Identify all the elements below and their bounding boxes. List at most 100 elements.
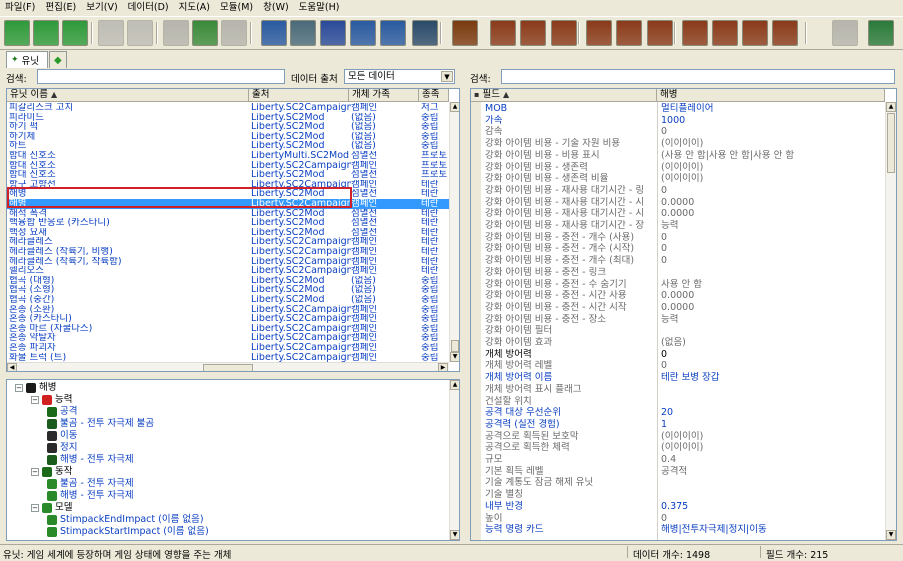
tree-node[interactable]: StimpackEndImpact (이름 없음) [47,514,204,526]
field-row[interactable]: 강화 아이템 필터 [471,325,885,337]
copy-icon[interactable] [192,20,218,46]
field-value[interactable]: 0 [661,349,883,361]
field-grid[interactable]: ▪ 필드 ▲ 해병 MOB 멀티플레이어 가속 1000 감속 0 강화 아이템 비용 - … [470,88,897,541]
ai-icon[interactable] [490,20,516,46]
left-search-input[interactable] [37,69,285,84]
unit-list-row[interactable]: 혼종 (소환) Liberty.SC2Campaign 캠페인 중립 [7,305,449,315]
save-icon[interactable] [62,20,88,46]
field-row[interactable]: 강화 아이템 효과 (없음) [471,337,885,349]
field-row[interactable]: 공격으로 획득된 보호막 (이이이이) [471,431,885,443]
field-row[interactable]: 강화 아이템 비용 - 재사용 대기시간 - 장 능력 [471,220,885,232]
data-list-icon[interactable] [682,20,708,46]
menu-item-6[interactable]: 창(W) [258,0,294,16]
field-row[interactable]: 강화 아이템 비용 - 충전 - 개수 (사용) 0 [471,232,885,244]
field-value[interactable]: 멀티플레이어 [661,103,883,115]
field-row[interactable]: 개체 방어력 이름 테란 보병 장갑 [471,372,885,384]
field-row[interactable]: 높이 0 [471,513,885,525]
field-scroll-up-icon[interactable]: ▲ [886,102,896,112]
field-row[interactable]: 강화 아이템 비용 - 재사용 대기시간 - 시 0.0000 [471,197,885,209]
new-file-icon[interactable] [4,20,30,46]
field-row[interactable]: 강화 아이템 비용 - 생존력 비율 (이이이이) [471,173,885,185]
field-row[interactable]: 강화 아이템 비용 - 기술 자원 비용 (이이이이) [471,138,885,150]
tree-scroll-up-icon[interactable]: ▲ [450,380,459,390]
cut-icon[interactable] [163,20,189,46]
menu-item-3[interactable]: 데이터(D) [123,0,174,16]
field-row[interactable]: 감속 0 [471,126,885,138]
scroll-left-icon[interactable]: ◀ [7,363,17,371]
unit-list[interactable]: 유닛 이름 ▲ 출처 개체 가족 종족 피갈리스크 고치 Liberty.SC2C… [6,88,460,372]
scroll-up-icon[interactable]: ▲ [450,102,459,112]
tree-node[interactable]: 정지 [47,442,77,454]
field-row[interactable]: 강화 아이템 비용 - 재사용 대기시간 - 링 0 [471,185,885,197]
field-row[interactable]: 강화 아이템 비용 - 재사용 대기시간 - 시 0.0000 [471,208,885,220]
unit-list-row[interactable]: 핵융합 반응로 (카스타니) Liberty.SC2Mod 섬멸전 테란 [7,218,449,228]
field-row[interactable]: 개체 방어력 레벨 0 [471,360,885,372]
data-editor-icon[interactable] [772,20,798,46]
field-row[interactable]: 기본 획득 레벨 공격적 [471,466,885,478]
field-scroll-thumb[interactable] [887,113,895,173]
collapse-icon[interactable]: − [31,468,39,476]
field-row[interactable]: 기술 계통도 잠금 해제 유닛 [471,477,885,489]
menu-item-2[interactable]: 보기(V) [81,0,122,16]
field-value[interactable]: 테란 보병 장갑 [661,372,883,384]
unit-list-row[interactable]: 함대 신호소 Liberty.SC2Campaign 캠페인 프로토 [7,161,449,171]
tree-node[interactable]: 해병 - 전투 자극제 [47,454,134,466]
unit-list-row[interactable]: 해적 폭격 Liberty.SC2Mod 섬멸전 테란 [7,209,449,219]
layout-icon[interactable] [647,20,673,46]
unit-list-row[interactable]: 헤라클레스 (착륙기, 착륙함) Liberty.SC2Campaign 캠페인 테란 [7,257,449,267]
tab-units[interactable]: ✦ 유닛 [6,51,48,68]
unit-list-hscrollbar[interactable]: ◀ ▶ [7,362,449,371]
field-value[interactable]: 0.0000 [661,197,883,209]
field-value[interactable]: (없음) [661,337,883,349]
tree-node[interactable]: 불곰 - 전투 자극제 불곰 [47,418,154,430]
field-row[interactable]: 강화 아이템 비용 - 충전 - 시간 사용 0.0000 [471,290,885,302]
switch-module-icon[interactable] [868,20,894,46]
field-value[interactable]: 0.4 [661,454,883,466]
field-value[interactable]: 0 [661,513,883,525]
test-map-icon[interactable] [832,20,858,46]
add-tab-button[interactable]: ◆ [49,51,67,68]
field-row[interactable]: 강화 아이템 비용 - 충전 - 시간 시작 0.0000 [471,302,885,314]
column-header-name[interactable]: 유닛 이름 ▲ [7,89,249,102]
unit-list-row[interactable]: 협곡 (중간) Liberty.SC2Mod (없음) 중립 [7,295,449,305]
field-row[interactable]: 강화 아이템 비용 - 충전 - 수 숨기기 사용 안 함 [471,279,885,291]
collapse-icon[interactable]: − [31,504,39,512]
unit-list-row[interactable]: 혼종 (카스타니) Liberty.SC2Campaign 캠페인 중립 [7,314,449,324]
menu-item-0[interactable]: 파일(F) [0,0,40,16]
redo-icon[interactable] [127,20,153,46]
unit-list-row[interactable]: 혼종 약탈자 Liberty.SC2Campaign 캠페인 중립 [7,333,449,343]
field-value[interactable]: 0 [661,126,883,138]
field-value[interactable]: 1000 [661,115,883,127]
tree-node[interactable]: − 능력 [31,394,72,406]
field-value[interactable]: (사용 안 함|사용 안 함|사용 안 함 [661,150,883,162]
field-value[interactable]: (이이이이) [661,138,883,150]
unit-list-row[interactable]: 혼종 마르 (자쿨다스) Liberty.SC2Campaign 캠페인 중립 [7,324,449,334]
field-value[interactable]: 공격적 [661,466,883,478]
field-value[interactable]: 0.0000 [661,290,883,302]
unit-list-row[interactable]: 피라미드 Liberty.SC2Mod (없음) 중립 [7,113,449,123]
menu-item-5[interactable]: 모듈(M) [215,0,258,16]
tree-node[interactable]: 불곰 - 전투 자극제 [47,478,134,490]
field-value[interactable]: 1 [661,419,883,431]
list-icon[interactable] [586,20,612,46]
tree-node[interactable]: 이동 [47,430,77,442]
terrain-icon[interactable] [261,20,287,46]
tree-node[interactable]: 공격 [47,406,77,418]
field-row[interactable]: 공격으로 획득한 체력 (이이이이) [471,442,885,454]
object-tree[interactable]: − 해병 − 능력 공격 불곰 - 전투 자극제 불곰 이동 정지 해병 - 전투 자극제 − 동작… [6,379,460,541]
field-row[interactable]: 내부 반경 0.375 [471,501,885,513]
scroll-down-icon[interactable]: ▼ [450,352,459,362]
field-value[interactable]: 0 [661,360,883,372]
field-row[interactable]: 강화 아이템 비용 - 생존력 (이이이이) [471,162,885,174]
field-row[interactable]: 강화 아이템 비용 - 충전 - 링크 [471,267,885,279]
field-grid-vscrollbar[interactable]: ▲ ▼ [885,102,896,540]
list-alt-icon[interactable] [616,20,642,46]
tree-node[interactable]: 해병 - 전투 자극제 [47,490,134,502]
tree-node[interactable]: − 동작 [31,466,72,478]
menu-item-1[interactable]: 편집(E) [40,0,81,16]
field-value[interactable]: 0 [661,185,883,197]
trigger-icon[interactable] [452,20,478,46]
field-row[interactable]: 가속 1000 [471,115,885,127]
field-value[interactable]: 0 [661,232,883,244]
column-header-unit[interactable]: 해병 [657,89,885,102]
